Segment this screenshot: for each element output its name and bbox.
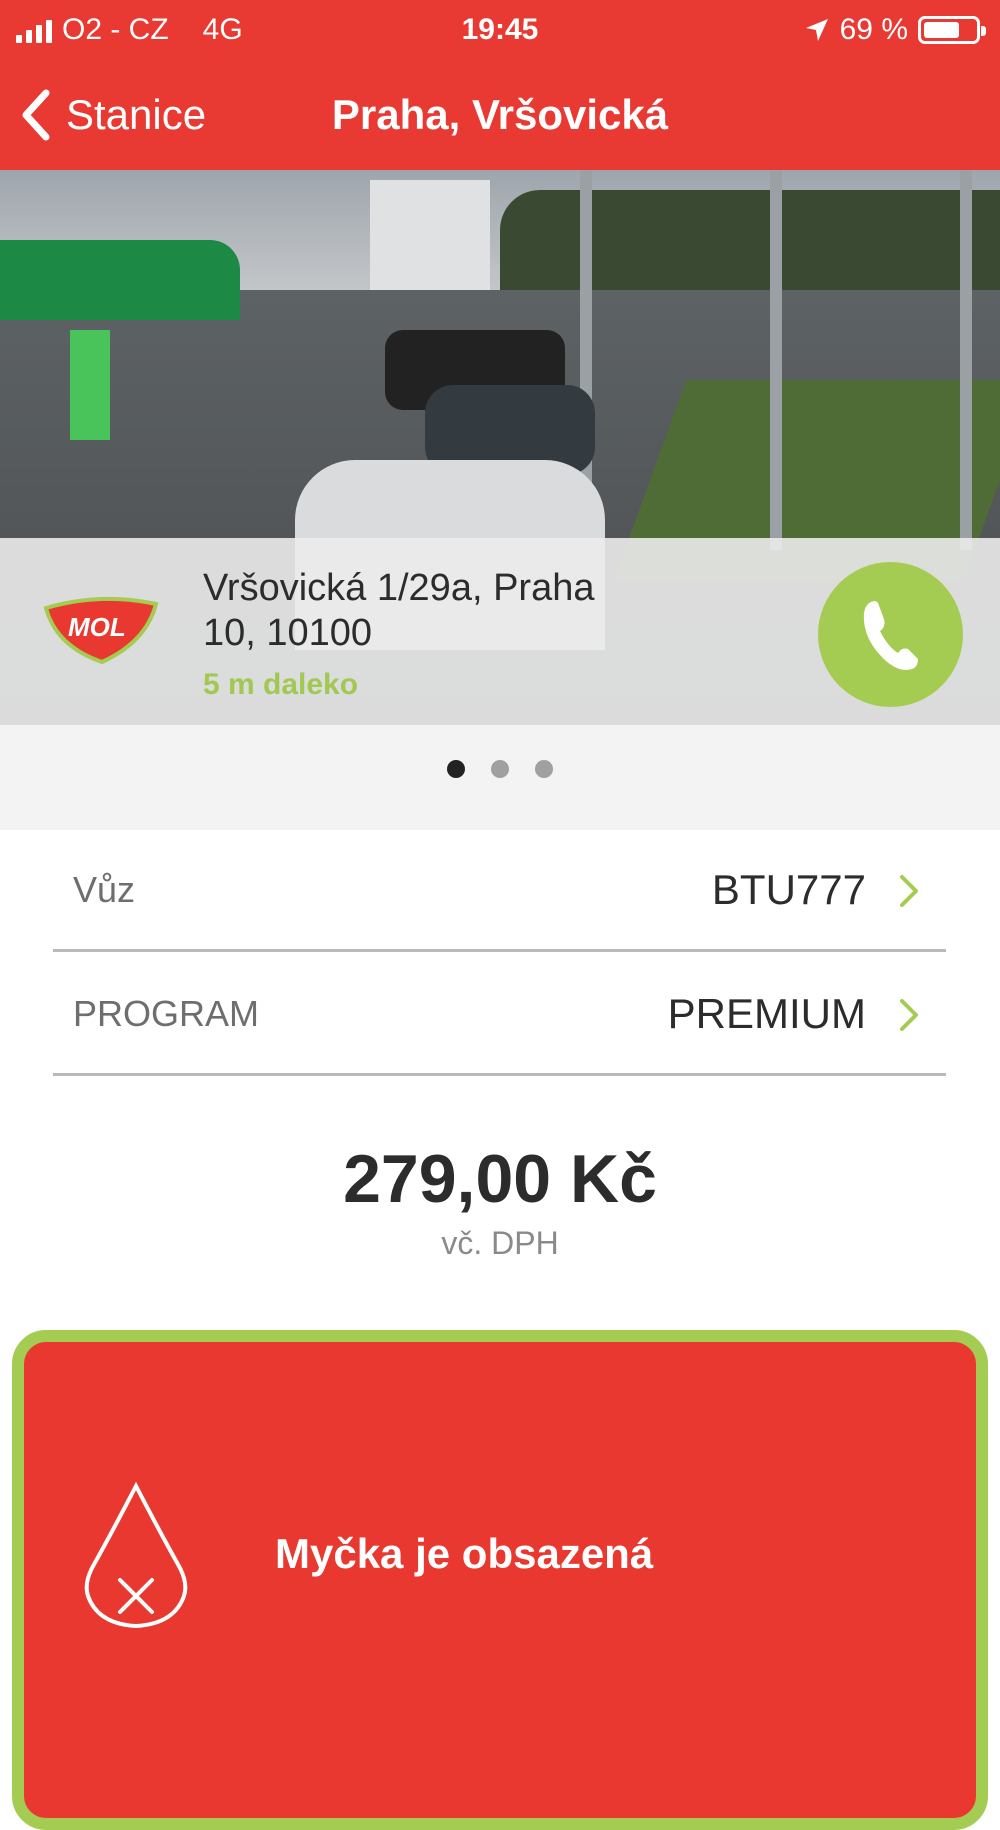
call-button[interactable]	[818, 562, 963, 707]
station-address: Vršovická 1/29a, Praha 10, 10100	[203, 566, 683, 656]
address-line-2: 10, 10100	[203, 612, 373, 654]
carousel-dots[interactable]	[0, 760, 1000, 778]
vehicle-value: BTU777	[711, 866, 866, 913]
battery-icon	[918, 16, 986, 44]
page-title: Praha, Vršovická	[331, 91, 669, 138]
battery-percent: 69 %	[839, 13, 908, 46]
address-line-1: Vršovická 1/29a, Praha	[203, 567, 595, 609]
mol-logo: MOL	[43, 596, 159, 665]
status-right: 69 %	[804, 10, 986, 50]
price-amount: 279,00 Kč	[343, 1141, 657, 1217]
carousel-dot[interactable]	[447, 760, 465, 778]
wash-status-message: Myčka je obsazená	[275, 1530, 654, 1577]
carousel-dot[interactable]	[535, 760, 553, 778]
price-vat-note: vč. DPH	[441, 1225, 559, 1261]
location-arrow-icon	[805, 19, 828, 41]
chevron-right-icon	[900, 999, 918, 1031]
brand-name: MOL	[68, 612, 126, 642]
phone-icon	[863, 600, 918, 670]
vehicle-label: Vůz	[73, 869, 136, 910]
program-label: PROGRAM	[73, 993, 260, 1034]
carousel-dot[interactable]	[491, 760, 509, 778]
station-distance: 5 m daleko	[203, 668, 359, 701]
chevron-right-icon	[900, 875, 918, 907]
program-row[interactable]: PROGRAM PREMIUM	[53, 952, 946, 1076]
vehicle-row[interactable]: Vůz BTU777	[53, 828, 946, 952]
water-drop-cross-icon	[84, 1481, 188, 1629]
program-value: PREMIUM	[667, 990, 866, 1037]
